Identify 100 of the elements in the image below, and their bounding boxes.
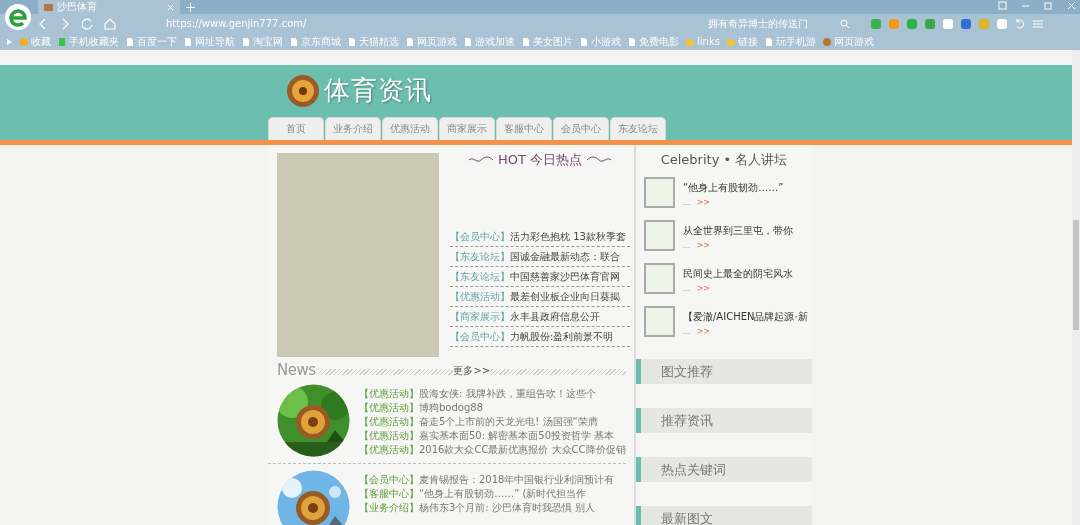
page-icon xyxy=(405,36,415,47)
ball-icon xyxy=(821,36,832,47)
headline-link[interactable]: 活力彩色抱枕 13款秋季套 xyxy=(510,229,626,244)
nav-tab[interactable]: 商家展示 xyxy=(439,117,495,140)
headline-link[interactable]: 嘉实基本面50: 解密基本面50投资哲学 基本 xyxy=(419,429,615,443)
menu-icon[interactable] xyxy=(1032,17,1044,30)
ellipsis-text: ... xyxy=(683,327,691,336)
bookmark-link[interactable]: 网页游戏 xyxy=(821,34,874,49)
headline-link[interactable]: 2016款大众CC最新优惠报价 大众CC降价促销 xyxy=(419,443,626,457)
page-icon xyxy=(125,36,135,47)
headline-link[interactable]: 力帆股份:盈利前景不明 xyxy=(510,329,614,344)
scrollbar[interactable] xyxy=(1072,50,1080,525)
home-icon[interactable] xyxy=(104,17,116,30)
headline-link[interactable]: 最差创业板企业向日葵揭 xyxy=(510,289,620,304)
bookmark-link[interactable]: 美女图片 xyxy=(521,34,573,49)
bookmark-link[interactable]: links xyxy=(685,36,720,47)
site-title: 体育资讯 xyxy=(324,74,432,107)
headline-link[interactable]: 国诚金融最新动态：联合 xyxy=(510,249,620,264)
category-link[interactable]: 【优惠活动】 xyxy=(359,429,419,443)
new-tab-icon[interactable] xyxy=(186,3,195,12)
category-link[interactable]: 【东友论坛】 xyxy=(450,249,510,264)
browser-tab[interactable]: 沙巴体育 xyxy=(38,0,180,14)
nav-tab[interactable]: 东友论坛 xyxy=(610,117,666,140)
page-icon xyxy=(347,36,357,47)
more-link[interactable]: >> xyxy=(696,327,711,336)
section-heading: 图文推荐 xyxy=(636,359,812,384)
bookmark-link[interactable]: 游戏加速 xyxy=(463,34,515,49)
address-field[interactable]: https://www.genjin777.com/ xyxy=(166,18,696,29)
bookmark-link[interactable]: 小游戏 xyxy=(579,34,621,49)
bookmark-link[interactable]: 天猫精选 xyxy=(347,34,399,49)
more-link[interactable]: >> xyxy=(696,241,711,250)
category-link[interactable]: 【优惠活动】 xyxy=(450,289,510,304)
undo-icon[interactable] xyxy=(1014,17,1026,30)
page-icon xyxy=(183,36,193,47)
thumbnail[interactable] xyxy=(644,177,675,208)
nav-tab[interactable]: 业务介绍 xyxy=(325,117,381,140)
restore-icon[interactable] xyxy=(1044,1,1053,10)
page-icon xyxy=(763,36,774,47)
bookmark-link[interactable]: 手机收藏夹 xyxy=(57,34,119,49)
nav-tab[interactable]: 首页 xyxy=(268,117,324,140)
page-icon xyxy=(241,36,251,47)
bookmark-link[interactable]: 免费电影 xyxy=(627,34,679,49)
page-icon xyxy=(627,36,637,47)
headline-link[interactable]: 麦肯锡报告：2018年中国银行业利润预计有 xyxy=(419,473,615,487)
more-link[interactable]: 更多>> xyxy=(453,366,491,376)
page-icon xyxy=(289,36,299,47)
headline-link[interactable]: 民间史上最全的阴宅风水 xyxy=(683,267,793,281)
nav-tab[interactable]: 优惠活动 xyxy=(382,117,438,140)
bookmark-link[interactable]: 网页游戏 xyxy=(405,34,457,49)
search-field[interactable]: 拥有奇异博士的传送门 xyxy=(706,17,830,30)
category-link[interactable]: 【优惠活动】 xyxy=(359,443,419,457)
headline-link[interactable]: “他身上有股韧劲……” xyxy=(683,181,784,195)
thumbnail[interactable] xyxy=(644,306,675,337)
headline-link[interactable]: 奋走5个上市前的天龙光电! 汤国强“荣膺 xyxy=(419,415,598,429)
category-link[interactable]: 【客服中心】 xyxy=(359,487,419,501)
phone-icon xyxy=(57,36,67,47)
close-icon[interactable] xyxy=(1067,1,1076,10)
expand-icon[interactable] xyxy=(6,37,13,46)
category-link[interactable]: 【优惠活动】 xyxy=(359,387,419,401)
section-title: Celebrity • 名人讲坛 xyxy=(659,151,789,169)
ornament-icon xyxy=(467,156,494,164)
more-link[interactable]: >> xyxy=(696,284,711,293)
reload-icon[interactable] xyxy=(82,17,94,30)
headline-link[interactable]: 博狗bodog88 xyxy=(419,401,483,415)
category-link[interactable]: 【优惠活动】 xyxy=(359,415,419,429)
category-link[interactable]: 【会员中心】 xyxy=(359,473,419,487)
ellipsis-text: ... xyxy=(683,284,691,293)
bookmark-link[interactable]: 网址导航 xyxy=(183,34,235,49)
category-link[interactable]: 【商家展示】 xyxy=(450,309,510,324)
bookmark-link[interactable]: 淘宝网 xyxy=(241,34,283,49)
bookmark-link[interactable]: 玩手机游 xyxy=(763,34,816,49)
headline-link[interactable]: 中国慈善家沙巴体育官网 xyxy=(510,269,620,284)
category-link[interactable]: 【会员中心】 xyxy=(450,329,510,344)
nav-tab[interactable]: 会员中心 xyxy=(553,117,609,140)
headline-link[interactable]: 从全世界到三里屯，带你 xyxy=(683,224,793,238)
ellipsis-text: ... xyxy=(683,241,691,250)
category-link[interactable]: 【会员中心】 xyxy=(450,229,510,244)
headline-link[interactable]: 股海女侠: 我牌补跌，重组告吹！这些个 xyxy=(419,387,596,401)
bookmark-link[interactable]: 京东商城 xyxy=(289,34,341,49)
category-link[interactable]: 【优惠活动】 xyxy=(359,401,419,415)
section-title: HOT 今日热点 xyxy=(497,151,583,169)
ornament-icon xyxy=(586,156,613,164)
bookmark-link[interactable]: 链接 xyxy=(725,34,758,49)
folder-icon xyxy=(685,36,695,47)
headline-link[interactable]: 永丰县政府信息公开 xyxy=(510,309,600,324)
ellipsis-text: ... xyxy=(683,198,691,207)
close-icon[interactable] xyxy=(167,3,174,11)
category-link[interactable]: 【东友论坛】 xyxy=(450,269,510,284)
headline-link[interactable]: 杨伟东3个月前: 沙巴体育时我恐惧 别人 xyxy=(419,501,596,515)
category-link[interactable]: 【业务介绍】 xyxy=(359,501,419,515)
headline-link[interactable]: “他身上有股韧劲……” (新时代担当作 xyxy=(419,487,587,501)
thumbnail[interactable] xyxy=(644,263,675,294)
folder-icon xyxy=(725,36,736,47)
headline-link[interactable]: 【爱澈/AICHEN品牌起源·新 xyxy=(683,310,808,324)
page-icon xyxy=(521,36,531,47)
more-link[interactable]: >> xyxy=(696,198,711,207)
thumbnail[interactable] xyxy=(644,220,675,251)
nav-tab[interactable]: 客服中心 xyxy=(496,117,552,140)
page-icon xyxy=(463,36,473,47)
bookmark-link[interactable]: 收藏 xyxy=(19,34,51,49)
